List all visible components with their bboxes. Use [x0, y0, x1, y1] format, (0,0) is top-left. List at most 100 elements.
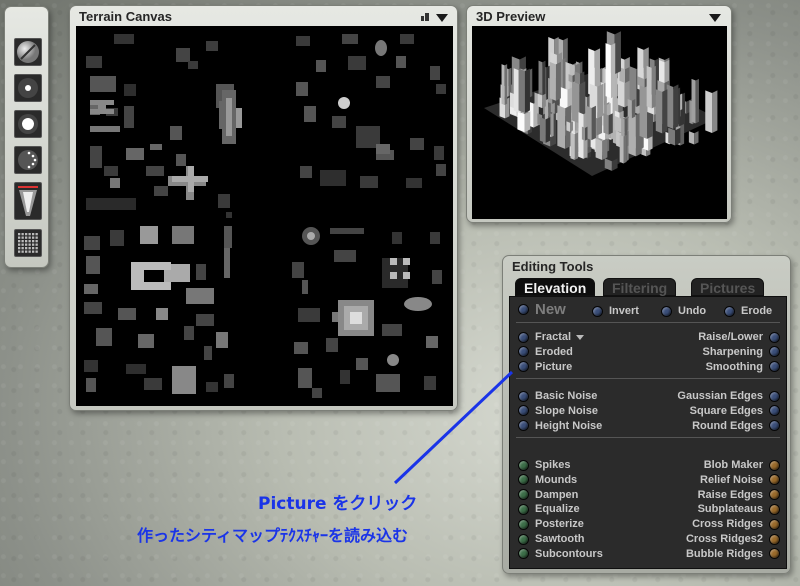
knob-icon	[769, 489, 780, 501]
knob-icon	[769, 390, 780, 402]
divider	[516, 378, 780, 380]
tool-sawtooth[interactable]: Sawtooth	[518, 532, 585, 546]
knob-icon	[518, 459, 529, 471]
tool-subcontours[interactable]: Subcontours	[518, 547, 603, 561]
tool-posterize[interactable]: Posterize	[518, 517, 584, 531]
brush-toolstrip	[4, 6, 49, 268]
tab-filtering[interactable]: Filtering	[603, 278, 677, 296]
erode-button[interactable]: Erode	[724, 304, 772, 318]
tool-sharpening[interactable]: Sharpening	[702, 345, 780, 359]
tool-fractal[interactable]: Fractal	[518, 330, 585, 344]
dropdown-caret-icon[interactable]	[576, 334, 585, 340]
knob-icon	[769, 361, 780, 373]
tool-picture[interactable]: Picture	[518, 360, 572, 374]
invert-button[interactable]: Invert	[592, 304, 639, 318]
annotation-line-1: Picture をクリック	[258, 494, 418, 514]
tool-label: Sawtooth	[535, 533, 585, 545]
knob-icon	[769, 459, 780, 471]
small-dot-brush-icon[interactable]	[14, 74, 42, 102]
tool-label: Smoothing	[705, 360, 763, 373]
tool-dampen[interactable]: Dampen	[518, 488, 578, 502]
3d-preview-viewport[interactable]	[472, 26, 727, 219]
tool-label: Sharpening	[702, 345, 763, 358]
tool-raise-lower[interactable]: Raise/Lower	[698, 330, 780, 344]
knob-icon	[518, 518, 529, 530]
knob-icon	[769, 405, 780, 417]
tool-label: Round Edges	[692, 419, 763, 432]
tool-label: Bubble Ridges	[685, 547, 763, 560]
knob-icon	[769, 331, 780, 343]
tool-cross-ridges2[interactable]: Cross Ridges2	[686, 532, 780, 546]
new-label: New	[535, 300, 566, 318]
tool-blob-maker[interactable]: Blob Maker	[704, 458, 780, 472]
tool-label: Blob Maker	[703, 459, 763, 471]
tool-cross-ridges[interactable]: Cross Ridges	[692, 517, 780, 531]
annotation-line-2: 作ったシティマップﾃｸｽﾁｬｰを読み込む	[137, 526, 409, 545]
elevation-tools: New Invert Undo Erode Fractal Eroded Pic…	[509, 296, 787, 569]
tool-label: Subcontours	[535, 547, 603, 560]
tool-label: Slope Noise	[535, 404, 598, 417]
tool-label: Eroded	[535, 345, 573, 358]
invert-label: Invert	[609, 305, 639, 317]
terrain-heightmap[interactable]	[76, 26, 453, 406]
tool-slope-noise[interactable]: Slope Noise	[518, 404, 598, 418]
knob-icon	[661, 305, 672, 317]
knob-icon	[724, 305, 735, 317]
tool-gaussian-edges[interactable]: Gaussian Edges	[677, 389, 780, 403]
tool-bubble-ridges[interactable]: Bubble Ridges	[686, 547, 780, 561]
tool-label: Equalize	[535, 503, 580, 516]
tool-label: Fractal	[535, 331, 572, 343]
medium-dot-brush-icon[interactable]	[14, 110, 42, 138]
panel-title: Editing Tools	[512, 259, 594, 274]
tool-smoothing[interactable]: Smoothing	[706, 360, 780, 374]
tool-relief-noise[interactable]: Relief Noise	[700, 473, 780, 487]
falloff-brush-icon[interactable]	[14, 182, 42, 220]
panel-menu-chevron-icon[interactable]	[709, 14, 721, 22]
tab-pictures[interactable]: Pictures	[691, 278, 765, 296]
tool-label: Spikes	[535, 459, 571, 471]
tool-label: Posterize	[535, 518, 584, 531]
knob-icon	[518, 533, 529, 545]
large-brush-icon[interactable]	[14, 38, 42, 66]
tool-height-noise[interactable]: Height Noise	[518, 419, 602, 433]
tool-label: Square Edges	[689, 404, 763, 417]
grid-pattern-icon[interactable]	[14, 229, 42, 257]
knob-icon	[518, 420, 529, 432]
knob-icon	[518, 361, 529, 373]
tab-elevation[interactable]: Elevation	[515, 278, 596, 296]
tool-eroded[interactable]: Eroded	[518, 345, 573, 359]
tool-label: Raise/Lower	[698, 331, 763, 343]
undo-label: Undo	[678, 305, 707, 317]
tool-label: Dampen	[535, 488, 579, 501]
tool-mounds[interactable]: Mounds	[518, 473, 577, 487]
new-button[interactable]: New	[518, 300, 566, 318]
pin-icon[interactable]	[421, 12, 429, 22]
3d-terrain-render[interactable]	[472, 26, 727, 219]
tool-round-edges[interactable]: Round Edges	[692, 419, 780, 433]
tool-label: Cross Ridges2	[685, 533, 763, 545]
tool-raise-edges[interactable]: Raise Edges	[698, 488, 780, 502]
tool-label: Basic Noise	[535, 390, 598, 402]
knob-icon	[518, 489, 529, 501]
terrain-canvas[interactable]	[76, 26, 453, 406]
tool-label: Mounds	[535, 473, 578, 486]
tool-label: Raise Edges	[697, 488, 763, 501]
knob-icon	[518, 331, 529, 343]
knob-icon	[518, 303, 529, 315]
tool-basic-noise[interactable]: Basic Noise	[518, 389, 597, 403]
tool-spikes[interactable]: Spikes	[518, 458, 570, 472]
dotted-brush-icon[interactable]	[14, 146, 42, 174]
tool-square-edges[interactable]: Square Edges	[690, 404, 780, 418]
tool-label: Height Noise	[535, 419, 603, 432]
tool-equalize[interactable]: Equalize	[518, 502, 580, 516]
knob-icon	[518, 390, 529, 402]
tool-label: Gaussian Edges	[677, 390, 763, 402]
editing-tools-panel: Editing Tools Elevation Filtering Pictur…	[502, 255, 791, 574]
knob-icon	[518, 474, 529, 486]
tool-subplateaus[interactable]: Subplateaus	[698, 502, 780, 516]
terrain-canvas-panel: Terrain Canvas	[69, 5, 458, 411]
knob-icon	[769, 420, 780, 432]
undo-button[interactable]: Undo	[661, 304, 706, 318]
panel-menu-chevron-icon[interactable]	[436, 14, 448, 22]
knob-icon	[518, 548, 529, 560]
